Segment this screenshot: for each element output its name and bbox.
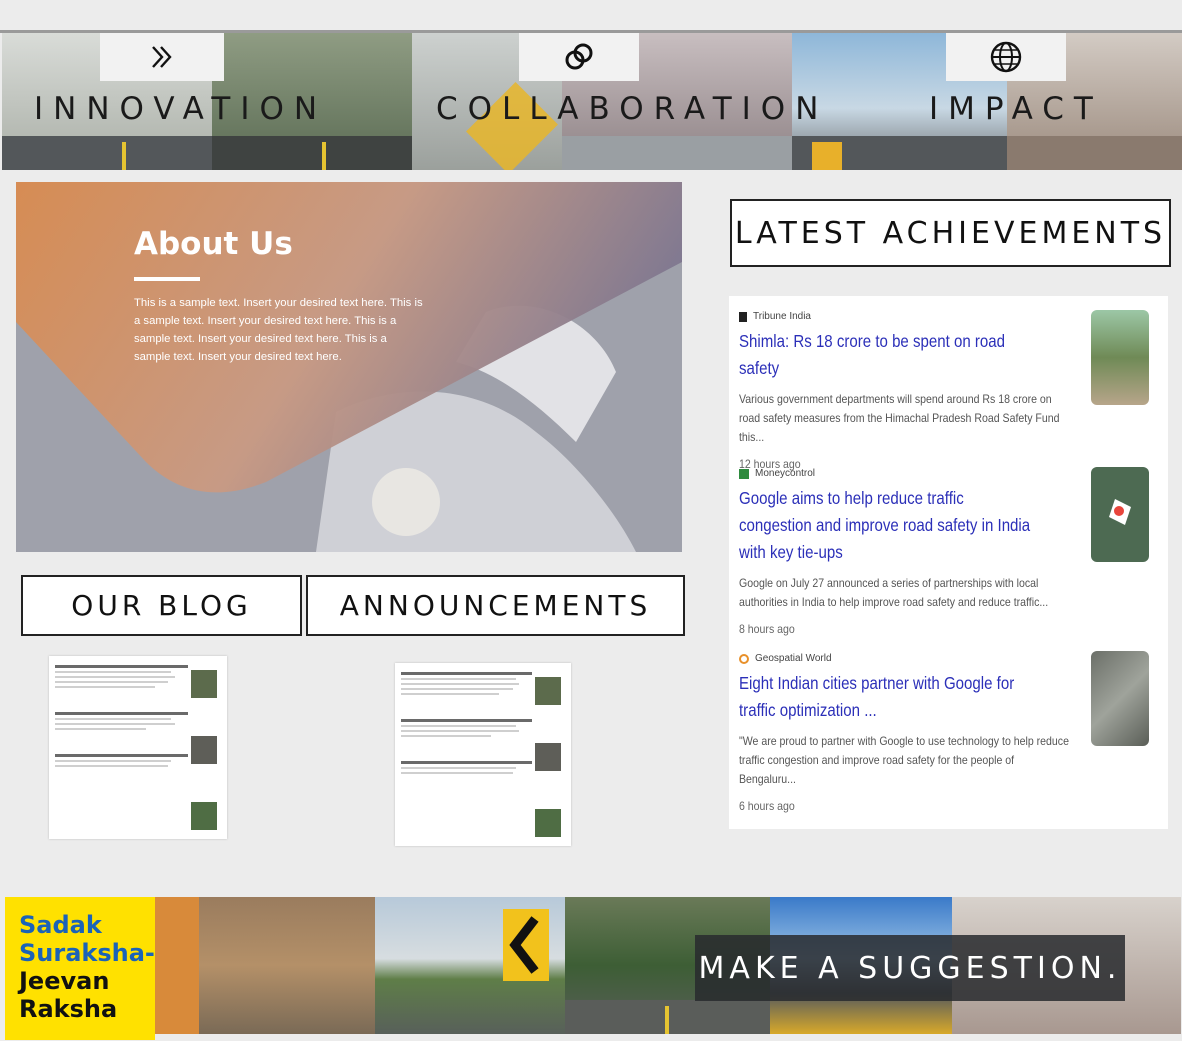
banner-collaboration-label[interactable]: COLLABORATION xyxy=(436,91,828,127)
news-time: 6 hours ago xyxy=(739,799,795,813)
our-blog-heading[interactable]: OUR BLOG xyxy=(21,575,302,636)
about-us-card[interactable]: About Us This is a sample text. Insert y… xyxy=(16,182,682,552)
geospatial-logo-icon xyxy=(739,653,749,664)
news-thumbnail[interactable] xyxy=(1091,467,1149,562)
news-time: 8 hours ago xyxy=(739,622,795,636)
globe-icon xyxy=(990,41,1022,73)
hero-banner: INNOVATION COLLABORATION IMPACT xyxy=(2,33,1182,170)
collaboration-icon-box xyxy=(519,33,639,81)
news-snippet: Various government departments will spen… xyxy=(739,392,1060,444)
news-thumbnail[interactable] xyxy=(1091,651,1149,746)
logo-line-1: Sadak xyxy=(19,911,102,939)
news-snippet: Google on July 27 announced a series of … xyxy=(739,576,1049,609)
logo-line-4: Raksha xyxy=(19,995,118,1023)
news-snippet: "We are proud to partner with Google to … xyxy=(739,734,1069,786)
logo-line-2: Suraksha- xyxy=(19,939,155,967)
news-item[interactable]: Tribune India Shimla: Rs 18 crore to be … xyxy=(739,311,1119,471)
news-source: Tribune India xyxy=(753,311,811,322)
announcements-preview-card[interactable] xyxy=(395,663,571,846)
double-chevron-right-icon xyxy=(152,46,172,68)
news-headline[interactable]: Shimla: Rs 18 crore to be spent on road … xyxy=(739,328,1036,382)
banner-innovation-label[interactable]: INNOVATION xyxy=(34,91,327,127)
tribune-logo-icon xyxy=(739,311,747,322)
innovation-icon-box xyxy=(100,33,224,81)
about-title: About Us xyxy=(134,226,293,262)
news-source: Moneycontrol xyxy=(755,468,816,479)
footer-photo-traffic xyxy=(199,897,375,1034)
maps-pin-icon xyxy=(1109,499,1131,525)
make-suggestion-button[interactable]: MAKE A SUGGESTION. xyxy=(695,935,1125,1001)
footer-photo-highway xyxy=(375,897,565,1034)
news-item[interactable]: Moneycontrol Google aims to help reduce … xyxy=(739,468,1119,636)
news-source: Geospatial World xyxy=(755,653,832,664)
news-headline[interactable]: Eight Indian cities partner with Google … xyxy=(739,670,1036,724)
news-thumbnail[interactable] xyxy=(1091,310,1149,405)
logo-line-3: Jeevan xyxy=(19,967,110,995)
linked-rings-icon xyxy=(565,43,593,70)
about-body-text: This is a sample text. Insert your desir… xyxy=(134,297,423,363)
sadak-suraksha-logo[interactable]: Sadak Suraksha- Jeevan Raksha xyxy=(5,897,155,1040)
impact-icon-box xyxy=(946,33,1066,81)
footer-photo-signs xyxy=(155,897,199,1034)
banner-impact-label[interactable]: IMPACT xyxy=(929,91,1103,127)
news-panel: Tribune India Shimla: Rs 18 crore to be … xyxy=(729,296,1168,829)
news-item[interactable]: Geospatial World Eight Indian cities par… xyxy=(739,653,1119,813)
footer-banner: Sadak Suraksha- Jeevan Raksha MAKE A SUG… xyxy=(5,897,1181,1040)
news-headline[interactable]: Google aims to help reduce traffic conge… xyxy=(739,485,1036,566)
announcements-heading[interactable]: ANNOUNCEMENTS xyxy=(306,575,685,636)
about-background-art xyxy=(16,182,682,552)
blog-preview-card[interactable] xyxy=(49,656,227,839)
latest-achievements-heading: LATEST ACHIEVEMENTS xyxy=(730,199,1171,267)
about-title-underline xyxy=(134,277,200,281)
chevron-sign-icon xyxy=(503,909,549,981)
moneycontrol-logo-icon xyxy=(739,468,749,479)
